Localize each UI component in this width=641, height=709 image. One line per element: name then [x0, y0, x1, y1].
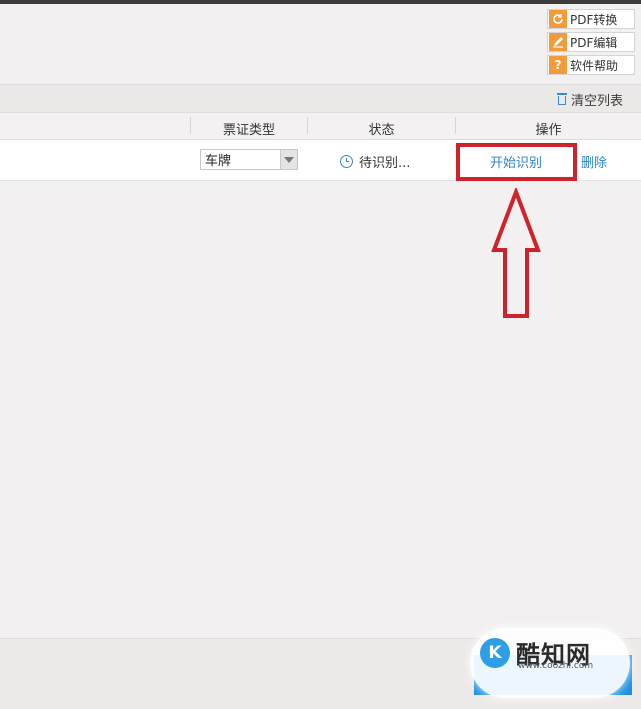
- table-header: 票证类型 状态 操作: [0, 113, 641, 140]
- annotation-up-arrow-icon: [491, 188, 541, 318]
- pdf-convert-label: PDF转换: [570, 12, 618, 27]
- column-header-action: 操作: [535, 123, 562, 138]
- help-label: 软件帮助: [570, 58, 619, 73]
- chevron-down-icon[interactable]: [280, 150, 297, 169]
- help-button[interactable]: ? 软件帮助: [547, 55, 635, 75]
- watermark-url: www.coozhi.com: [518, 661, 594, 671]
- window-top-bar: [0, 0, 641, 4]
- watermark-logo: K: [480, 638, 510, 668]
- list-actions-bar: 清空列表: [0, 85, 641, 113]
- annotation-highlight-box: [456, 143, 577, 181]
- column-header-type: 票证类型: [222, 123, 275, 138]
- status-text: 待识别...: [359, 156, 411, 171]
- column-header-status: 状态: [368, 123, 395, 138]
- delete-link[interactable]: 删除: [581, 152, 607, 171]
- status-cell: 待识别...: [340, 152, 410, 171]
- pdf-edit-button[interactable]: PDF编辑: [547, 32, 635, 52]
- clear-list-label: 清空列表: [570, 94, 623, 109]
- refresh-icon: [549, 10, 567, 28]
- trash-icon: [556, 92, 568, 107]
- question-icon: ?: [549, 56, 567, 74]
- pencil-icon: [549, 33, 567, 51]
- clock-icon: [340, 155, 353, 168]
- pdf-convert-button[interactable]: PDF转换: [547, 9, 635, 29]
- ticket-type-select[interactable]: 车牌: [200, 149, 298, 170]
- ticket-type-value: 车牌: [205, 154, 232, 169]
- pdf-edit-label: PDF编辑: [570, 35, 618, 50]
- clear-list-button[interactable]: 清空列表: [556, 90, 623, 109]
